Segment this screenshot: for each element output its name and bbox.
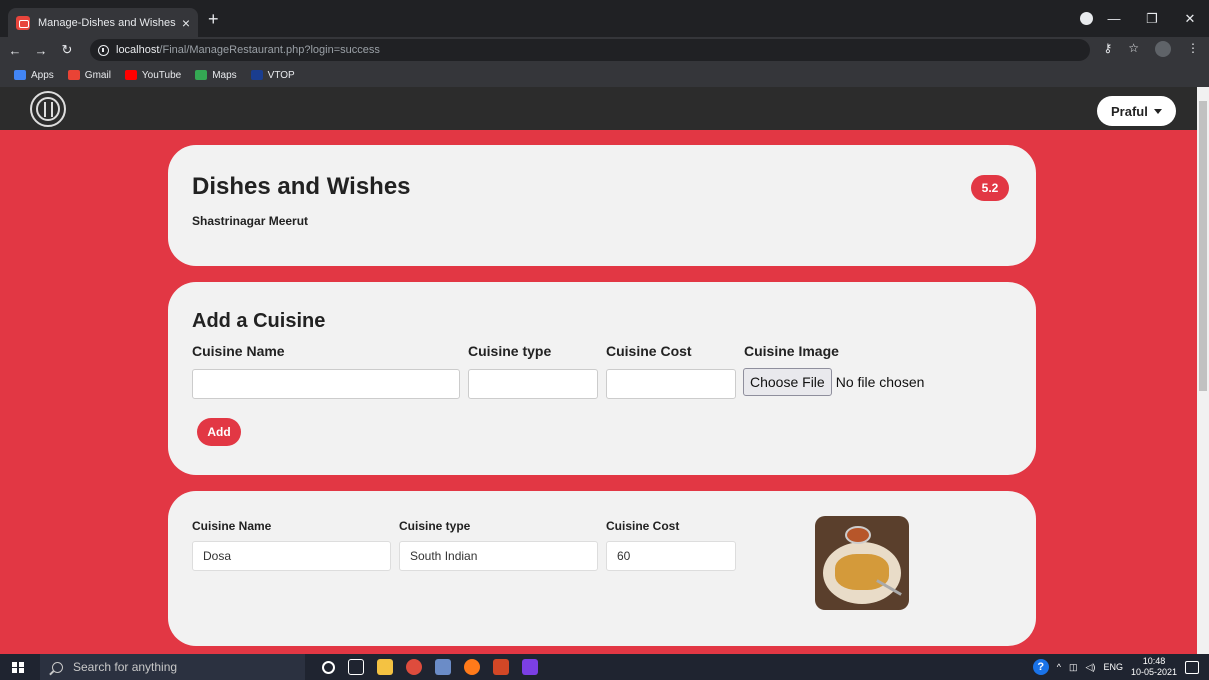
minimize-icon[interactable]: — [1095, 11, 1133, 26]
bookmark-label: Gmail [84, 69, 111, 81]
cortana-icon[interactable] [322, 661, 335, 674]
scrollbar-thumb[interactable] [1199, 101, 1207, 391]
address-bar[interactable]: localhost /Final/ManageRestaurant.php?lo… [90, 39, 1090, 61]
cuisine-type-label: Cuisine type [468, 343, 552, 359]
new-tab-button[interactable]: + [208, 10, 219, 28]
bookmark-maps-icon [195, 70, 208, 80]
windows-start-icon[interactable] [12, 662, 24, 673]
item-name-field[interactable]: Dosa [192, 541, 391, 571]
dosa-dish-image [815, 516, 909, 610]
bowl-shape [845, 526, 871, 544]
cuisine-item-card: Cuisine Name Cuisine type Cuisine Cost D… [168, 491, 1036, 646]
item-type-label: Cuisine type [399, 519, 471, 533]
bookmark-gmail[interactable]: Gmail [67, 69, 111, 81]
url-host: localhost [116, 44, 160, 56]
clock[interactable]: 10:48 10-05-2021 [1131, 656, 1177, 678]
volume-icon[interactable]: ◁) [1086, 662, 1096, 673]
browser-tabbar: Manage-Dishes and Wishes × + — ❐ ✕ [0, 0, 1209, 37]
bookmark-youtube-icon [124, 70, 137, 80]
network-icon[interactable]: ◫ [1069, 662, 1078, 673]
fork-knife-icon [36, 97, 60, 121]
browser-profile-icon[interactable] [1080, 12, 1093, 25]
file-explorer-icon[interactable] [377, 659, 393, 675]
menu-dots-icon[interactable]: ⋮ [1187, 41, 1199, 57]
cuisine-cost-label: Cuisine Cost [606, 343, 692, 359]
bookmark-label: VTOP [267, 69, 295, 81]
powerpoint-icon[interactable] [493, 659, 509, 675]
taskbar-apps [322, 659, 538, 675]
restore-icon[interactable]: ❐ [1133, 11, 1171, 27]
clock-time: 10:48 [1142, 656, 1166, 666]
user-dropdown-button[interactable]: Praful [1097, 96, 1176, 126]
restaurant-info-card: Dishes and Wishes Shastrinagar Meerut 5.… [168, 145, 1036, 266]
bookmark-label: Maps [212, 69, 237, 81]
restaurant-address: Shastrinagar Meerut [192, 214, 309, 228]
firefox-icon[interactable] [464, 659, 480, 675]
file-status-text: No file chosen [835, 374, 925, 390]
system-tray: ? ^ ◫ ◁) ENG 10:48 10-05-2021 [1032, 654, 1199, 680]
key-icon[interactable]: ⚷ [1103, 41, 1112, 57]
choose-file-button[interactable]: Choose File [743, 368, 832, 396]
chrome-icon[interactable] [406, 659, 422, 675]
browser-tab-active[interactable]: Manage-Dishes and Wishes × [8, 8, 198, 37]
browser-toolbar: ← → ↻ localhost /Final/ManageRestaurant.… [0, 37, 1209, 63]
cuisine-type-input[interactable] [468, 369, 598, 399]
item-cost-label: Cuisine Cost [606, 519, 680, 533]
user-name: Praful [1111, 103, 1148, 119]
add-cuisine-title: Add a Cuisine [192, 310, 326, 332]
help-icon[interactable]: ? [1032, 659, 1049, 675]
forward-arrow-icon[interactable]: → [30, 43, 52, 58]
app-icon[interactable] [435, 659, 451, 675]
bookmark-vtop[interactable]: VTOP [250, 69, 295, 81]
notifications-icon[interactable] [1185, 660, 1199, 674]
site-navbar: Praful [0, 87, 1197, 130]
bookmark-youtube[interactable]: YouTube [124, 69, 182, 81]
back-arrow-icon[interactable]: ← [4, 43, 26, 58]
task-view-icon[interactable] [348, 659, 364, 675]
cuisine-image-label: Cuisine Image [744, 343, 839, 359]
cuisine-image-file-input: Choose File No file chosen [743, 368, 924, 396]
tab-favicon-icon [16, 15, 30, 30]
page-scrollbar[interactable] [1197, 87, 1209, 654]
caret-down-icon [1153, 108, 1162, 114]
taskbar-search[interactable]: Search for anything [40, 654, 305, 680]
bookmark-vtop-icon [250, 70, 263, 80]
item-cost-field[interactable]: 60 [606, 541, 736, 571]
bookmark-gmail-icon [67, 70, 80, 80]
restaurant-logo-icon[interactable] [30, 91, 66, 127]
bookmark-apps[interactable]: Apps [14, 70, 54, 81]
bookmark-maps[interactable]: Maps [195, 69, 237, 81]
cuisine-cost-input[interactable] [606, 369, 736, 399]
language-indicator[interactable]: ENG [1103, 662, 1123, 672]
item-type-field[interactable]: South Indian [399, 541, 598, 571]
windows-taskbar: Search for anything ? ^ ◫ ◁) ENG 10:48 1… [0, 654, 1209, 680]
bookmark-label: Apps [31, 69, 54, 81]
page-viewport: Praful Dishes and Wishes Shastrinagar Me… [0, 87, 1197, 654]
chevron-up-icon[interactable]: ^ [1057, 662, 1061, 672]
bookmark-apps-icon [14, 70, 26, 80]
tab-title: Manage-Dishes and Wishes [38, 16, 176, 29]
window-controls: — ❐ ✕ [1095, 0, 1209, 37]
restaurant-name: Dishes and Wishes [192, 173, 411, 200]
reload-icon[interactable]: ↻ [56, 42, 78, 58]
rating-badge: 5.2 [971, 175, 1009, 201]
account-avatar-icon[interactable] [1155, 41, 1171, 57]
item-name-label: Cuisine Name [192, 519, 272, 533]
add-cuisine-card: Add a Cuisine Cuisine Name Cuisine type … [168, 282, 1036, 475]
bookmark-label: YouTube [141, 69, 182, 81]
grammarly-icon[interactable] [522, 659, 538, 675]
taskbar-search-placeholder: Search for anything [73, 660, 178, 674]
url-path: /Final/ManageRestaurant.php?login=succes… [159, 44, 380, 56]
tab-close-icon[interactable]: × [182, 15, 190, 31]
toolbar-actions: ⚷ ☆ ⋮ [1103, 41, 1199, 57]
cuisine-name-label: Cuisine Name [192, 343, 285, 359]
bookmarks-bar: Apps Gmail YouTube Maps VTOP [0, 63, 1209, 87]
add-cuisine-button[interactable]: Add [197, 418, 241, 446]
site-info-icon[interactable] [98, 44, 109, 56]
cuisine-name-input[interactable] [192, 369, 460, 399]
close-window-icon[interactable]: ✕ [1171, 11, 1209, 27]
bookmark-star-icon[interactable]: ☆ [1128, 41, 1139, 57]
clock-date: 10-05-2021 [1130, 667, 1177, 677]
search-icon [52, 661, 63, 673]
